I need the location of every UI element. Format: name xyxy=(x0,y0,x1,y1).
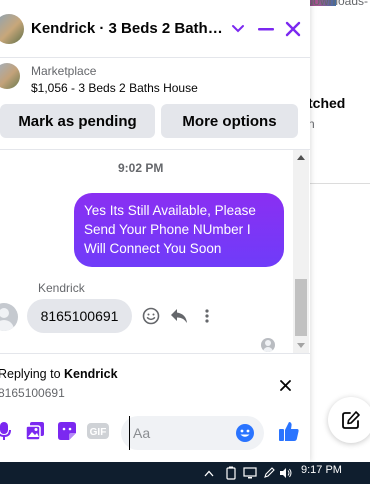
divider xyxy=(0,149,310,150)
more-options-button[interactable]: More options xyxy=(161,104,298,138)
message-input-box[interactable] xyxy=(121,416,264,450)
message-input[interactable] xyxy=(129,416,229,450)
message-composer: GIF xyxy=(0,404,310,458)
compose-icon xyxy=(342,411,360,429)
reply-arrow-icon[interactable] xyxy=(168,305,190,327)
close-icon[interactable] xyxy=(281,17,305,41)
reply-target-name: Kendrick xyxy=(64,367,118,381)
background-page: bitget.downloads- tched n xyxy=(308,0,370,462)
seen-avatar xyxy=(261,338,275,352)
taskbar: 9:17 PM xyxy=(0,462,370,484)
thumbs-up-icon[interactable] xyxy=(277,419,301,443)
outgoing-message-line: Send Your Phone NUmber I xyxy=(84,222,251,237)
volume-icon[interactable] xyxy=(279,466,293,480)
outgoing-message-bubble[interactable]: Yes Its Still Available, Please Send You… xyxy=(74,193,284,267)
scroll-thumb[interactable] xyxy=(295,279,307,336)
listing-info[interactable]: Marketplace $1,056 - 3 Beds 2 Baths Hous… xyxy=(0,58,310,104)
scroll-down-arrow-icon[interactable] xyxy=(297,343,305,348)
minimize-icon[interactable] xyxy=(254,17,278,41)
close-reply-icon[interactable] xyxy=(275,375,295,395)
network-icon[interactable] xyxy=(243,466,257,480)
chat-title[interactable]: Kendrick · 3 Beds 2 Baths House xyxy=(31,20,223,37)
mark-as-pending-button[interactable]: Mark as pending xyxy=(0,104,155,138)
reply-preview: Replying to Kendrick 8165100691 xyxy=(0,354,310,404)
sender-avatar[interactable] xyxy=(0,303,18,331)
listing-price-title[interactable]: $1,056 - 3 Beds 2 Baths House xyxy=(31,81,198,95)
react-emoji-icon[interactable] xyxy=(140,305,162,327)
outgoing-message-line: Will Connect You Soon xyxy=(84,241,222,256)
chat-header[interactable]: Kendrick · 3 Beds 2 Baths House xyxy=(0,0,310,58)
pen-icon[interactable] xyxy=(262,466,276,480)
chevron-down-icon[interactable] xyxy=(226,17,250,41)
microphone-icon[interactable] xyxy=(0,419,16,443)
background-url-text[interactable]: bitget.downloads- xyxy=(308,0,368,8)
listing-source: Marketplace xyxy=(31,64,97,78)
taskbar-clock[interactable]: 9:17 PM xyxy=(301,464,342,476)
battery-icon[interactable] xyxy=(224,466,238,480)
more-vertical-icon[interactable] xyxy=(196,305,218,327)
sticker-icon[interactable] xyxy=(55,419,79,443)
message-scrollbar[interactable] xyxy=(293,150,309,353)
incoming-message-bubble[interactable]: 8165100691 xyxy=(27,299,132,333)
background-heading: tched xyxy=(308,95,346,111)
reply-prefix: Replying to xyxy=(0,367,61,381)
listing-thumbnail[interactable] xyxy=(0,63,20,89)
image-icon[interactable] xyxy=(23,419,47,443)
gif-icon[interactable]: GIF xyxy=(86,419,110,443)
incoming-sender-name: Kendrick xyxy=(38,281,85,295)
message-timestamp: 9:02 PM xyxy=(118,161,164,175)
chat-window: Kendrick · 3 Beds 2 Baths House Marketpl… xyxy=(0,0,310,462)
outgoing-message-line: Yes Its Still Available, Please xyxy=(84,203,256,218)
reply-quoted-text: 8165100691 xyxy=(0,386,65,400)
contact-avatar[interactable] xyxy=(0,14,24,44)
emoji-icon[interactable] xyxy=(235,423,255,443)
background-divider xyxy=(308,183,370,184)
svg-text:GIF: GIF xyxy=(90,427,107,438)
chevron-up-icon[interactable] xyxy=(202,466,216,480)
new-message-button[interactable] xyxy=(328,397,370,443)
reply-header: Replying to Kendrick xyxy=(0,367,118,381)
scroll-up-arrow-icon[interactable] xyxy=(297,155,305,160)
